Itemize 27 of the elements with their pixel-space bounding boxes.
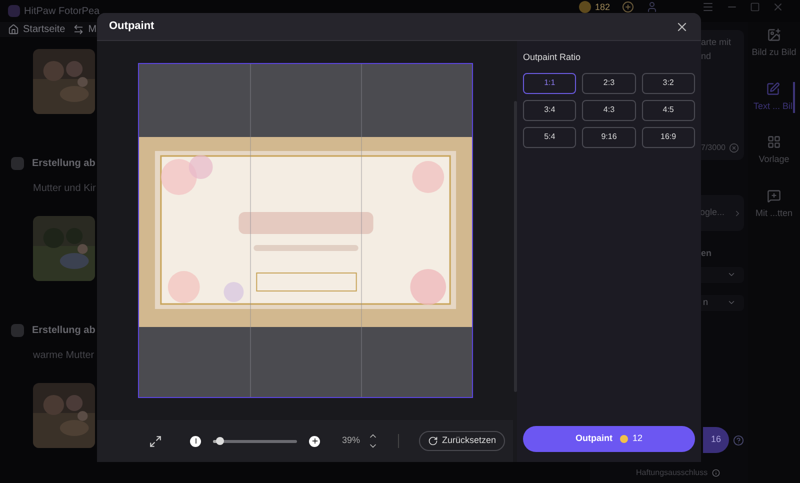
credit-count: 182 [594,2,610,12]
nav-tab[interactable]: Startseite [8,22,66,37]
ratio-heading: Outpaint Ratio [523,51,582,64]
ratio-option[interactable]: 2:3 [582,72,636,94]
entry-prompt: Mutter und Kir [33,182,97,196]
ratio-option[interactable]: 1:1 [523,72,576,94]
ratio-option[interactable]: 3:2 [642,72,695,94]
reset-button[interactable]: Zurücksetzen [419,431,506,451]
ratio-option[interactable]: 5:4 [523,126,576,148]
ratio-option[interactable]: 16:9 [642,126,695,148]
entry-title: Erstellung ab [32,157,96,171]
prompt-text: nd [701,50,712,62]
outpaint-button[interactable]: Outpaint 12 [523,426,695,452]
entry-title: Erstellung ab [32,324,96,338]
ratio-option[interactable]: 9:16 [582,126,636,148]
app-title: HitPaw FotorPea [24,4,100,18]
nav-tab[interactable]: M [73,22,97,37]
dialog-title: Outpaint [109,19,154,34]
section-heading: en [700,247,713,260]
ratio-option[interactable]: 4:3 [582,100,636,120]
ratio-option[interactable]: 3:4 [523,100,576,120]
char-counter: 7/3000 [701,142,726,154]
ratio-option[interactable]: 4:5 [642,100,695,120]
prompt-text: arte mit [701,36,732,49]
generate-button[interactable]: 16 [703,427,729,453]
entry-prompt: warme Mutter [33,349,96,363]
zoom-percent: 39% [342,434,360,448]
